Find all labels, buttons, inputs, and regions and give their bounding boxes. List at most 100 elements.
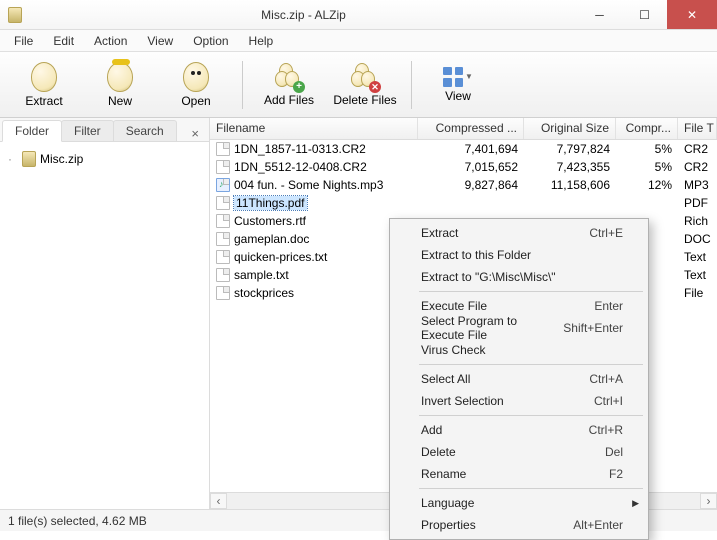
- context-menu-item[interactable]: Select Program to Execute FileShift+Ente…: [393, 317, 645, 339]
- file-row[interactable]: 11Things.pdfPDF: [210, 194, 717, 212]
- context-menu-item[interactable]: DeleteDel: [393, 441, 645, 463]
- context-item-label: Delete: [421, 445, 456, 459]
- context-item-label: Language: [421, 496, 474, 510]
- context-item-label: Invert Selection: [421, 394, 504, 408]
- col-filename[interactable]: Filename: [210, 118, 418, 139]
- file-row[interactable]: 1DN_5512-12-0408.CR27,015,6527,423,3555%…: [210, 158, 717, 176]
- file-name: Customers.rtf: [234, 214, 306, 228]
- context-item-label: Add: [421, 423, 442, 437]
- file-type: Rich: [678, 213, 717, 229]
- menu-file[interactable]: File: [4, 32, 43, 50]
- file-name: sample.txt: [234, 268, 289, 282]
- menu-option[interactable]: Option: [183, 32, 238, 50]
- file-ratio: 12%: [616, 177, 678, 193]
- title-bar: Misc.zip - ALZip ─ ☐ ✕: [0, 0, 717, 30]
- context-menu-item[interactable]: Language▶: [393, 492, 645, 514]
- extract-button[interactable]: Extract: [8, 56, 80, 114]
- context-item-label: Execute File: [421, 299, 487, 313]
- context-menu-item[interactable]: AddCtrl+R: [393, 419, 645, 441]
- file-ratio: 5%: [616, 141, 678, 157]
- col-ratio[interactable]: Compr...: [616, 118, 678, 139]
- menu-view[interactable]: View: [137, 32, 183, 50]
- menu-edit[interactable]: Edit: [43, 32, 84, 50]
- new-button[interactable]: New: [84, 56, 156, 114]
- tree-caret-icon[interactable]: ·: [8, 152, 18, 166]
- maximize-button[interactable]: ☐: [622, 0, 667, 29]
- egg-icon: [31, 62, 57, 92]
- toolbar-separator: [242, 61, 243, 109]
- file-name: stockprices: [234, 286, 294, 300]
- context-separator: [419, 291, 643, 292]
- context-menu-item[interactable]: ExtractCtrl+E: [393, 222, 645, 244]
- scroll-right-arrow[interactable]: ›: [700, 493, 717, 509]
- left-panel: Folder Filter Search × · Misc.zip: [0, 118, 210, 509]
- tab-search[interactable]: Search: [113, 120, 177, 141]
- panel-close-icon[interactable]: ×: [187, 126, 203, 141]
- context-menu-item[interactable]: Virus Check: [393, 339, 645, 361]
- extract-label: Extract: [25, 94, 62, 108]
- context-menu-item[interactable]: Extract to "G:\Misc\Misc\": [393, 266, 645, 288]
- folder-tree[interactable]: · Misc.zip: [0, 142, 209, 509]
- context-item-label: Extract to this Folder: [421, 248, 531, 262]
- eggs-icon: +: [275, 63, 303, 91]
- view-button[interactable]: ▼ View: [422, 56, 494, 114]
- app-icon: [0, 7, 30, 23]
- context-separator: [419, 488, 643, 489]
- scroll-left-arrow[interactable]: ‹: [210, 493, 227, 509]
- file-name: 11Things.pdf: [234, 196, 307, 210]
- file-original: 11,158,606: [524, 177, 616, 193]
- context-menu-item[interactable]: Invert SelectionCtrl+I: [393, 390, 645, 412]
- file-type: File: [678, 285, 717, 301]
- context-item-shortcut: Ctrl+A: [589, 372, 623, 386]
- file-type: Text: [678, 267, 717, 283]
- context-separator: [419, 364, 643, 365]
- close-button[interactable]: ✕: [667, 0, 717, 29]
- add-files-button[interactable]: + Add Files: [253, 56, 325, 114]
- minimize-button[interactable]: ─: [577, 0, 622, 29]
- file-name: 004 fun. - Some Nights.mp3: [234, 178, 383, 192]
- delete-files-button[interactable]: ✕ Delete Files: [329, 56, 401, 114]
- context-menu-item[interactable]: Select AllCtrl+A: [393, 368, 645, 390]
- context-menu: ExtractCtrl+E Extract to this Folder Extra…: [389, 218, 649, 540]
- column-headers: Filename Compressed ... Original Size Co…: [210, 118, 717, 140]
- file-original: [524, 202, 616, 204]
- file-icon: [216, 160, 230, 174]
- eggs-icon: ✕: [351, 63, 379, 91]
- window-title: Misc.zip - ALZip: [30, 8, 577, 22]
- file-type: Text: [678, 249, 717, 265]
- context-menu-item[interactable]: Extract to this Folder: [393, 244, 645, 266]
- col-original[interactable]: Original Size: [524, 118, 616, 139]
- file-compressed: 7,015,652: [418, 159, 524, 175]
- file-compressed: 9,827,864: [418, 177, 524, 193]
- add-files-label: Add Files: [264, 93, 314, 107]
- file-compressed: 7,401,694: [418, 141, 524, 157]
- context-item-label: Rename: [421, 467, 466, 481]
- file-icon: [216, 142, 230, 156]
- tab-folder[interactable]: Folder: [2, 120, 62, 142]
- file-compressed: [418, 202, 524, 204]
- file-name: 1DN_5512-12-0408.CR2: [234, 160, 367, 174]
- col-filetype[interactable]: File T: [678, 118, 717, 139]
- menu-help[interactable]: Help: [239, 32, 284, 50]
- file-row[interactable]: 1DN_1857-11-0313.CR27,401,6947,797,8245%…: [210, 140, 717, 158]
- menu-action[interactable]: Action: [84, 32, 137, 50]
- egg-icon: [107, 62, 133, 92]
- open-button[interactable]: Open: [160, 56, 232, 114]
- file-type: CR2: [678, 159, 717, 175]
- tree-item[interactable]: · Misc.zip: [6, 150, 203, 168]
- egg-icon: [183, 62, 209, 92]
- file-ratio: 5%: [616, 159, 678, 175]
- file-type: CR2: [678, 141, 717, 157]
- file-icon: [216, 286, 230, 300]
- tab-filter[interactable]: Filter: [61, 120, 114, 141]
- file-type: DOC: [678, 231, 717, 247]
- context-menu-item[interactable]: RenameF2: [393, 463, 645, 485]
- col-compressed[interactable]: Compressed ...: [418, 118, 524, 139]
- file-icon: [216, 178, 230, 192]
- file-row[interactable]: 004 fun. - Some Nights.mp3 9,827,86411,15…: [210, 176, 717, 194]
- context-item-label: Virus Check: [421, 343, 485, 357]
- file-icon: [216, 268, 230, 282]
- left-tab-strip: Folder Filter Search ×: [0, 118, 209, 142]
- context-menu-item[interactable]: PropertiesAlt+Enter: [393, 514, 645, 536]
- file-icon: [216, 196, 230, 210]
